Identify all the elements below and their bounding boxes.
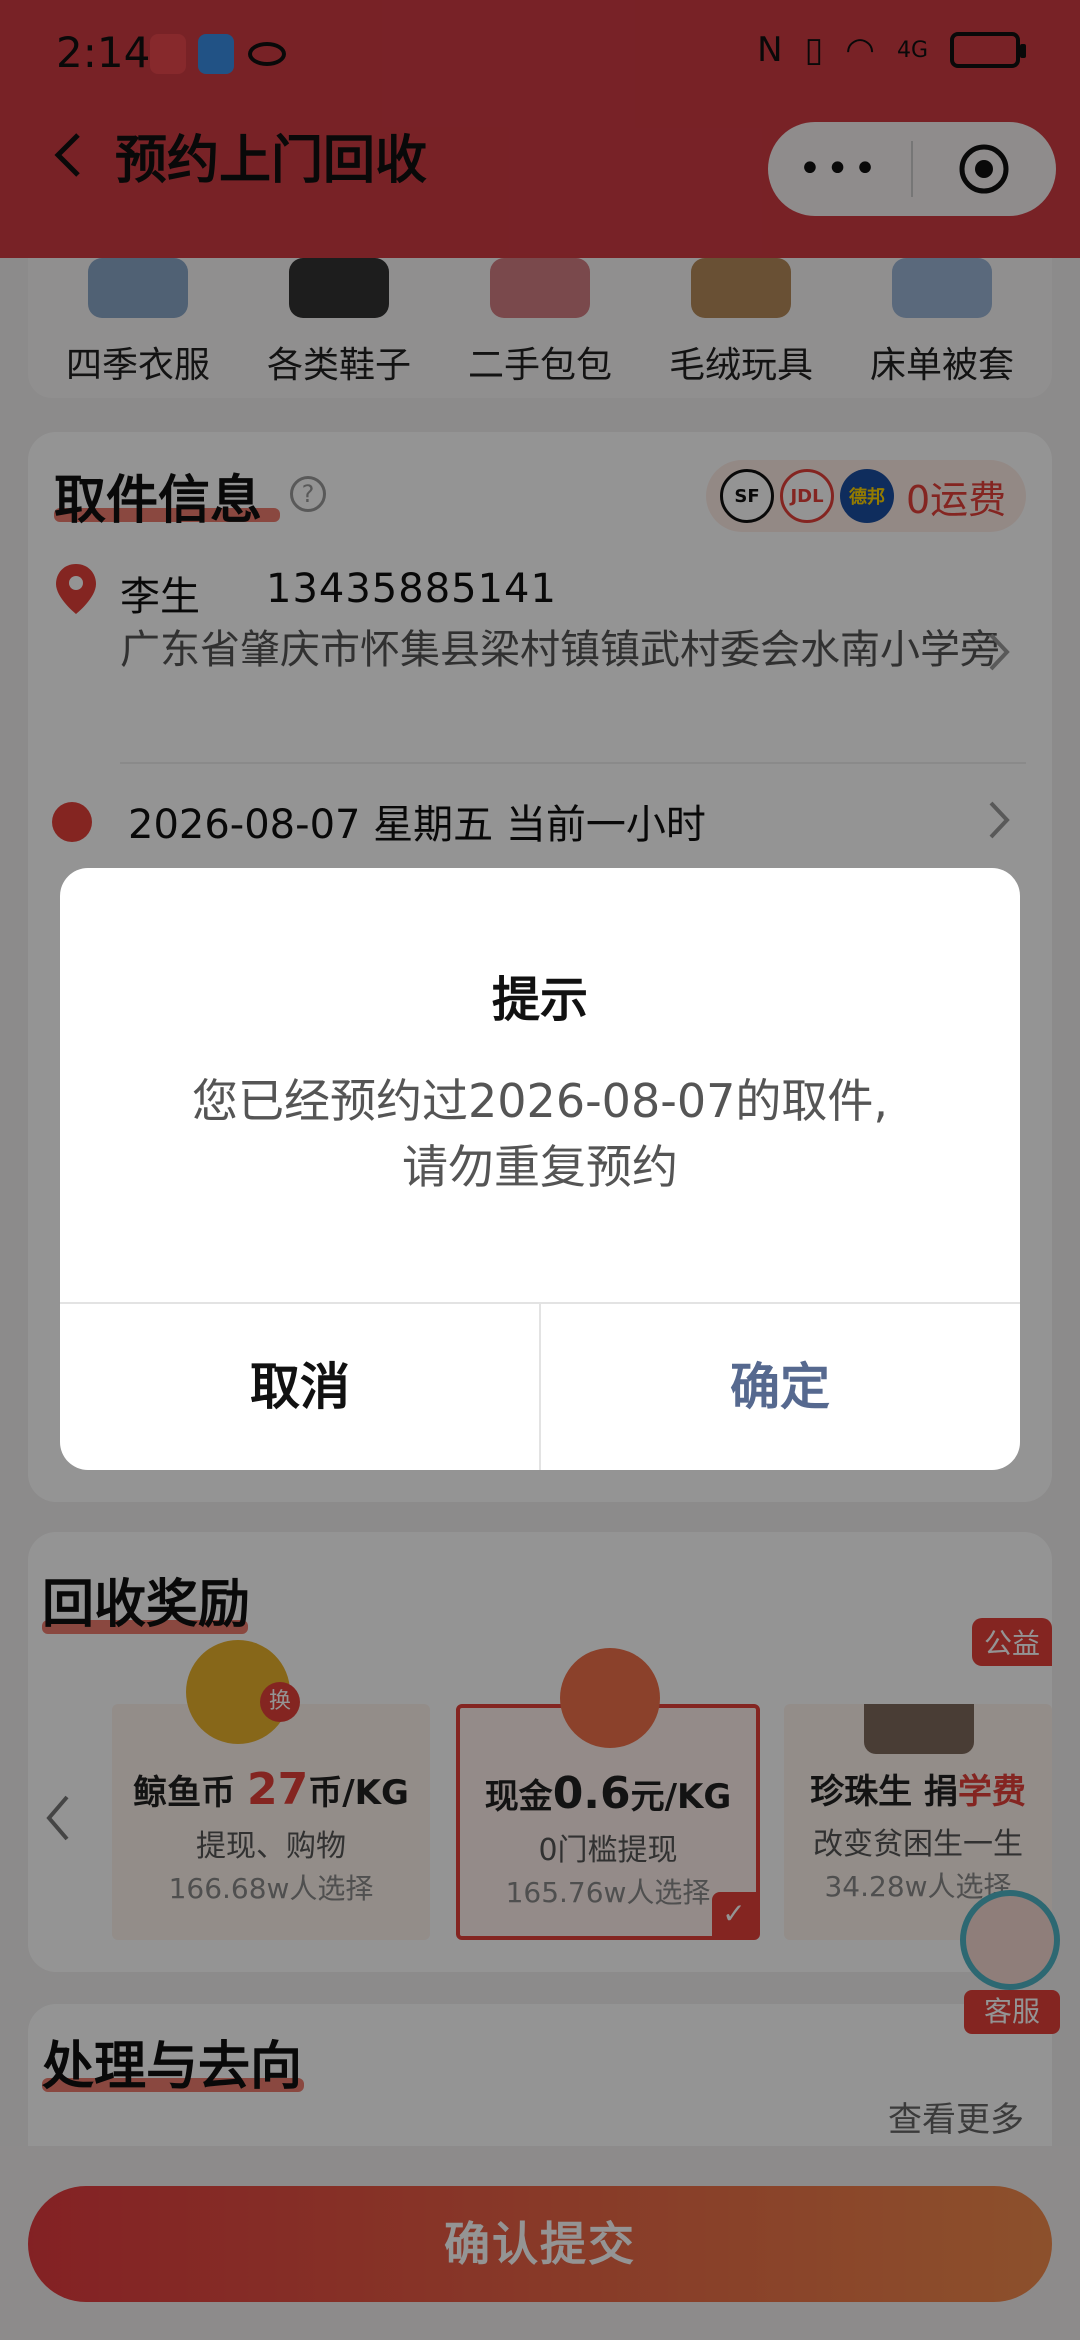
dialog-title: 提示 bbox=[491, 972, 588, 1028]
dialog-message-line: 请勿重复预约 bbox=[402, 1140, 678, 1194]
dialog-message-line: 您已经预约过2026-08-07的取件, bbox=[192, 1074, 888, 1128]
alert-dialog: 提示 您已经预约过2026-08-07的取件, 请勿重复预约 取消 确定 bbox=[60, 868, 1020, 1470]
confirm-button[interactable]: 确定 bbox=[540, 1304, 1020, 1470]
cancel-button[interactable]: 取消 bbox=[60, 1304, 540, 1470]
dialog-message: 您已经预约过2026-08-07的取件, 请勿重复预约 bbox=[120, 1068, 960, 1200]
